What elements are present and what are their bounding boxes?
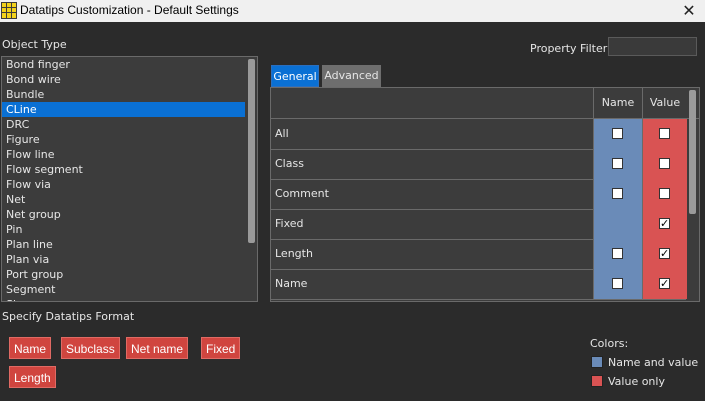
name-checkbox[interactable] bbox=[612, 128, 623, 139]
value-cell bbox=[642, 179, 687, 209]
value-checkbox[interactable] bbox=[659, 158, 670, 169]
grid-header: Name Value bbox=[271, 88, 699, 119]
object-type-item[interactable]: Plan via bbox=[2, 252, 257, 267]
name-checkbox[interactable] bbox=[612, 278, 623, 289]
value-checkbox[interactable] bbox=[659, 128, 670, 139]
title-bar: Datatips Customization - Default Setting… bbox=[0, 0, 705, 22]
object-type-item[interactable]: Pin bbox=[2, 222, 257, 237]
property-grid: Name Value All Class Comment Fixed ✓ Length ✓ N… bbox=[270, 87, 700, 302]
name-checkbox[interactable] bbox=[612, 158, 623, 169]
name-cell bbox=[593, 269, 642, 299]
value-checkbox[interactable]: ✓ bbox=[659, 248, 670, 259]
close-icon: ✕ bbox=[682, 1, 696, 20]
value-cell: ✓ bbox=[642, 239, 687, 269]
format-tag-fixed[interactable]: Fixed bbox=[201, 337, 241, 359]
property-filter-label: Property Filter bbox=[530, 42, 608, 55]
value-checkbox[interactable]: ✓ bbox=[659, 218, 670, 229]
object-type-item[interactable]: Port group bbox=[2, 267, 257, 282]
property-filter-input[interactable] bbox=[608, 37, 697, 56]
tab-advanced[interactable]: Advanced bbox=[322, 65, 381, 87]
object-type-item[interactable]: Bundle bbox=[2, 87, 257, 102]
object-type-list[interactable]: Bond finger Bond wire Bundle CLine DRC Figure… bbox=[1, 56, 258, 302]
object-type-item[interactable]: Flow via bbox=[2, 177, 257, 192]
object-type-item[interactable]: Flow line bbox=[2, 147, 257, 162]
object-type-item[interactable]: Flow segment bbox=[2, 162, 257, 177]
grid-row: Comment bbox=[271, 179, 687, 210]
format-tag-name[interactable]: Name bbox=[9, 337, 52, 359]
grid-scrollbar[interactable] bbox=[689, 90, 696, 214]
property-label: Comment bbox=[275, 187, 329, 200]
column-header-name[interactable]: Name bbox=[593, 88, 642, 118]
object-type-item[interactable]: Shape bbox=[2, 297, 257, 301]
property-label: Class bbox=[275, 157, 304, 170]
name-cell bbox=[593, 119, 642, 149]
object-type-item[interactable]: DRC bbox=[2, 117, 257, 132]
object-type-item[interactable]: Segment bbox=[2, 282, 257, 297]
grid-row: All bbox=[271, 119, 687, 150]
window-title: Datatips Customization - Default Setting… bbox=[20, 3, 239, 17]
property-label: Fixed bbox=[275, 217, 304, 230]
object-type-label: Object Type bbox=[2, 38, 67, 51]
grid-row: Fixed ✓ bbox=[271, 209, 687, 240]
grid-row: Name ✓ bbox=[271, 269, 687, 300]
object-type-item[interactable]: Plan line bbox=[2, 237, 257, 252]
object-type-item[interactable]: Bond wire bbox=[2, 72, 257, 87]
tab-general[interactable]: General bbox=[271, 65, 319, 87]
object-list-scrollbar[interactable] bbox=[248, 59, 255, 243]
property-label: Name bbox=[275, 277, 308, 290]
grid-row: Length ✓ bbox=[271, 239, 687, 270]
table-app-icon bbox=[1, 2, 17, 19]
value-cell bbox=[642, 119, 687, 149]
value-checkbox[interactable]: ✓ bbox=[659, 278, 670, 289]
name-cell bbox=[593, 149, 642, 179]
close-button[interactable]: ✕ bbox=[677, 0, 701, 22]
format-tag-length[interactable]: Length bbox=[9, 366, 56, 388]
value-checkbox[interactable] bbox=[659, 188, 670, 199]
format-tag-subclass[interactable]: Subclass bbox=[61, 337, 120, 359]
property-label: Length bbox=[275, 247, 313, 260]
grid-row: Class bbox=[271, 149, 687, 180]
name-and-value-legend-label: Name and value bbox=[608, 356, 699, 369]
object-type-item[interactable]: Net bbox=[2, 192, 257, 207]
object-type-item[interactable]: CLine bbox=[2, 102, 245, 117]
property-label: All bbox=[275, 127, 289, 140]
value-cell: ✓ bbox=[642, 209, 687, 239]
object-type-item[interactable]: Bond finger bbox=[2, 57, 257, 72]
object-type-item[interactable]: Figure bbox=[2, 132, 257, 147]
colors-legend-title: Colors: bbox=[590, 337, 629, 350]
name-checkbox[interactable] bbox=[612, 188, 623, 199]
name-and-value-swatch bbox=[591, 356, 603, 368]
name-cell bbox=[593, 209, 642, 239]
name-cell bbox=[593, 239, 642, 269]
value-only-swatch bbox=[591, 375, 603, 387]
value-cell: ✓ bbox=[642, 269, 687, 299]
name-checkbox[interactable] bbox=[612, 248, 623, 259]
name-cell bbox=[593, 179, 642, 209]
value-cell bbox=[642, 149, 687, 179]
datatips-format-label: Specify Datatips Format bbox=[2, 310, 135, 323]
column-header-value[interactable]: Value bbox=[642, 88, 687, 118]
format-tag-net-name[interactable]: Net name bbox=[126, 337, 189, 359]
object-type-item[interactable]: Net group bbox=[2, 207, 257, 222]
value-only-legend-label: Value only bbox=[608, 375, 665, 388]
